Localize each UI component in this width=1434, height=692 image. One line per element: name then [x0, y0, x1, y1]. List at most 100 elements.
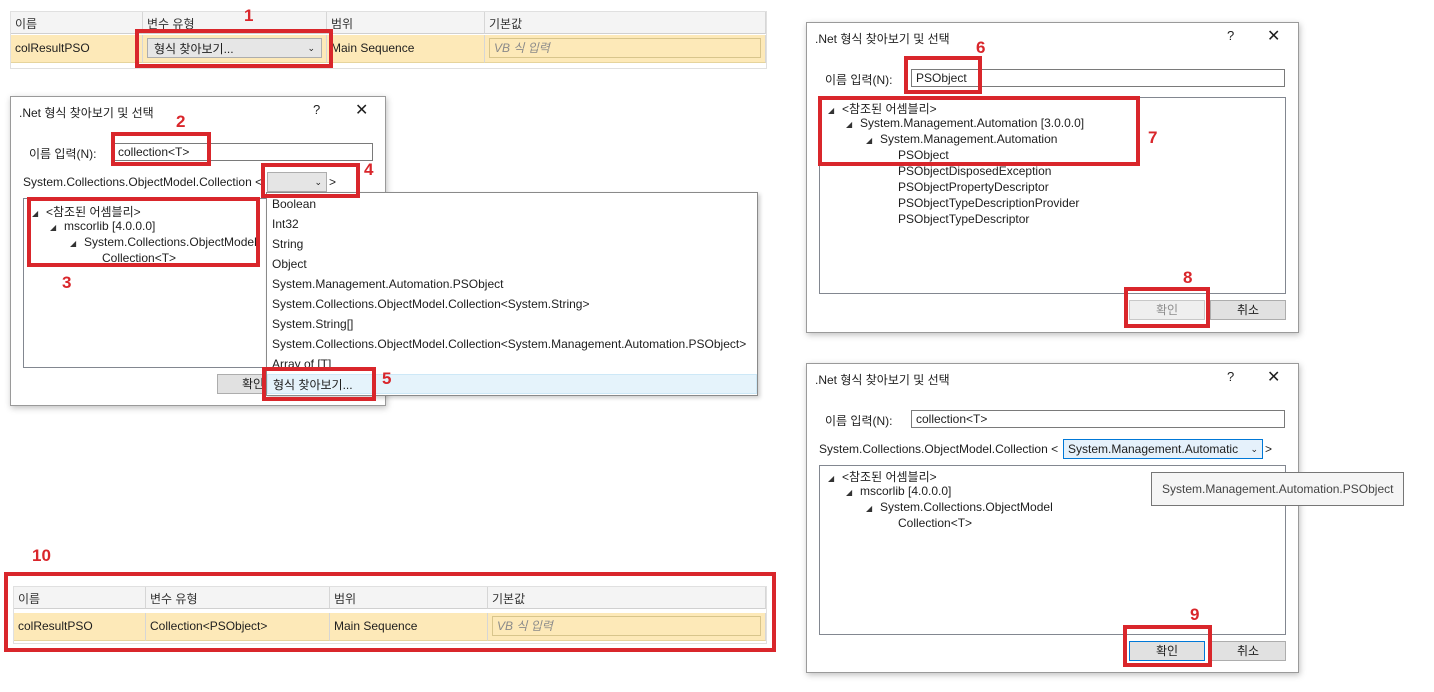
type-browser-dialog-2: .Net 형식 찾아보기 및 선택 ? ✕ 이름 입력(N): PSObject… [806, 22, 1299, 333]
tree-namespace[interactable]: ◢ System.Collections.ObjectModel [70, 235, 257, 249]
name-input[interactable]: collection<T> [113, 143, 373, 161]
help-button[interactable]: ? [1227, 369, 1234, 384]
expand-triangle-icon: ◢ [828, 474, 835, 483]
col-header-name: 이름 [14, 587, 146, 609]
ok-button[interactable]: 확인 [1129, 641, 1205, 661]
tree-type[interactable]: PSObjectDisposedException [898, 164, 1051, 178]
assembly-tree[interactable]: ◢ <참조된 어셈블리> ◢ System.Management.Automatio… [819, 97, 1286, 294]
variable-row[interactable]: colResultPSO 형식 찾아보기... ⌄ Main Sequence … [11, 35, 766, 63]
chevron-down-icon: ⌄ [1250, 443, 1258, 454]
dropdown-item[interactable]: Object [267, 254, 757, 274]
tree-type[interactable]: PSObjectPropertyDescriptor [898, 180, 1049, 194]
dropdown-item[interactable]: String [267, 234, 757, 254]
dialog-title: .Net 형식 찾아보기 및 선택 [815, 373, 950, 387]
ok-button[interactable]: 확인 [1129, 300, 1205, 320]
dropdown-item[interactable]: System.Collections.ObjectModel.Collectio… [267, 294, 757, 314]
variable-scope-cell[interactable]: Main Sequence [327, 35, 485, 63]
expand-triangle-icon: ◢ [866, 504, 873, 513]
help-button[interactable]: ? [1227, 28, 1234, 43]
variable-name-cell[interactable]: colResultPSO [11, 35, 143, 63]
expand-triangle-icon: ◢ [866, 136, 873, 145]
step-number: 6 [976, 38, 986, 57]
dropdown-item-browse[interactable]: 형식 찾아보기... [267, 374, 757, 394]
default-value-input[interactable]: VB 식 입력 [489, 38, 761, 58]
tree-assembly[interactable]: ◢ mscorlib [4.0.0.0] [50, 219, 155, 233]
expand-triangle-icon: ◢ [846, 120, 853, 129]
expand-triangle-icon: ◢ [846, 488, 853, 497]
step-number: 7 [1148, 128, 1158, 147]
variables-table-top: 이름 변수 유형 범위 기본값 colResultPSO 형식 찾아보기... … [10, 11, 767, 69]
close-icon[interactable]: ✕ [1267, 367, 1280, 387]
cancel-button[interactable]: 취소 [1210, 300, 1286, 320]
col-header-default: 기본값 [488, 587, 766, 609]
step-number: 9 [1190, 605, 1200, 624]
generic-type-suffix: > [1265, 442, 1273, 456]
generic-type-dropdown[interactable]: Boolean Int32 String Object System.Manag… [266, 192, 758, 396]
variables-header: 이름 변수 유형 범위 기본값 [14, 587, 766, 609]
dialog-title: .Net 형식 찾아보기 및 선택 [815, 32, 950, 46]
dropdown-item[interactable]: System.String[] [267, 314, 757, 334]
generic-type-selected: System.Management.Automatic [1068, 442, 1239, 456]
dropdown-item[interactable]: System.Collections.ObjectModel.Collectio… [267, 334, 757, 354]
tree-root[interactable]: ◢ <참조된 어셈블리> [828, 468, 937, 485]
step-number: 3 [62, 273, 72, 292]
step-number: 1 [244, 6, 254, 25]
type-browse-label: 형식 찾아보기... [154, 41, 234, 56]
dropdown-item[interactable]: Int32 [267, 214, 757, 234]
close-icon[interactable]: ✕ [1267, 26, 1280, 46]
chevron-down-icon: ⌄ [314, 176, 322, 187]
step-number: 8 [1183, 268, 1193, 287]
chevron-down-icon: ⌄ [307, 42, 315, 53]
name-input[interactable]: PSObject [911, 69, 1285, 87]
generic-type-combo[interactable]: ⌄ [267, 172, 327, 192]
type-browse-combo[interactable]: 형식 찾아보기... ⌄ [147, 38, 322, 58]
variable-type-cell[interactable]: 형식 찾아보기... ⌄ [143, 35, 327, 63]
variable-default-cell[interactable]: VB 식 입력 [488, 613, 766, 641]
generic-type-suffix: > [329, 175, 337, 189]
tree-type[interactable]: Collection<T> [898, 516, 972, 530]
generic-type-prefix: System.Collections.ObjectModel.Collectio… [819, 442, 1059, 456]
step-number: 4 [364, 160, 374, 179]
variable-scope-cell[interactable]: Main Sequence [330, 613, 488, 641]
type-browser-dialog-3: .Net 형식 찾아보기 및 선택 ? ✕ 이름 입력(N): collecti… [806, 363, 1299, 673]
close-icon[interactable]: ✕ [355, 100, 368, 120]
expand-triangle-icon: ◢ [70, 239, 77, 248]
dropdown-item[interactable]: Boolean [267, 194, 757, 214]
tree-namespace[interactable]: ◢ System.Management.Automation [866, 132, 1057, 146]
step-number: 5 [382, 369, 392, 388]
variable-type-cell[interactable]: Collection<PSObject> [146, 613, 330, 641]
name-label: 이름 입력(N): [825, 73, 893, 87]
dropdown-item[interactable]: System.Management.Automation.PSObject [267, 274, 757, 294]
tree-type[interactable]: PSObjectTypeDescriptor [898, 212, 1029, 226]
step-number: 10 [32, 546, 51, 565]
generic-type-combo[interactable]: System.Management.Automatic ⌄ [1063, 439, 1263, 459]
expand-triangle-icon: ◢ [828, 106, 835, 115]
tree-root[interactable]: ◢ <참조된 어셈블리> [828, 100, 937, 117]
variable-row[interactable]: colResultPSO Collection<PSObject> Main S… [14, 613, 766, 641]
dialog-title: .Net 형식 찾아보기 및 선택 [19, 106, 154, 120]
step-number: 2 [176, 112, 186, 131]
tree-root[interactable]: ◢ <참조된 어셈블리> [32, 203, 141, 220]
tree-namespace[interactable]: ◢ System.Collections.ObjectModel [866, 500, 1053, 514]
tree-type[interactable]: Collection<T> [102, 251, 176, 265]
tree-assembly[interactable]: ◢ System.Management.Automation [3.0.0.0] [846, 116, 1084, 130]
name-label: 이름 입력(N): [825, 414, 893, 428]
variable-default-cell[interactable]: VB 식 입력 [485, 35, 766, 63]
variables-header: 이름 변수 유형 범위 기본값 [11, 12, 766, 34]
variable-name-cell[interactable]: colResultPSO [14, 613, 146, 641]
tree-assembly[interactable]: ◢ mscorlib [4.0.0.0] [846, 484, 951, 498]
name-input[interactable]: collection<T> [911, 410, 1285, 428]
help-button[interactable]: ? [313, 102, 320, 117]
generic-type-prefix: System.Collections.ObjectModel.Collectio… [23, 175, 263, 189]
default-value-input[interactable]: VB 식 입력 [492, 616, 761, 636]
tree-type[interactable]: PSObjectTypeDescriptionProvider [898, 196, 1079, 210]
expand-triangle-icon: ◢ [50, 223, 57, 232]
col-header-type: 변수 유형 [143, 12, 327, 34]
col-header-type: 변수 유형 [146, 587, 330, 609]
dropdown-item[interactable]: Array of [T] [267, 354, 757, 374]
col-header-scope: 범위 [330, 587, 488, 609]
name-label: 이름 입력(N): [29, 147, 97, 161]
cancel-button[interactable]: 취소 [1210, 641, 1286, 661]
tree-type[interactable]: PSObject [898, 148, 949, 162]
col-header-name: 이름 [11, 12, 143, 34]
